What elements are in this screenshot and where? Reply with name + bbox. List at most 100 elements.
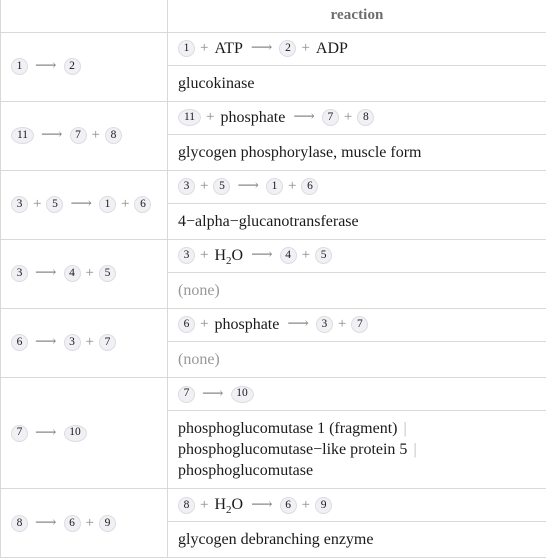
enzyme-name[interactable]: glucokinase bbox=[178, 75, 254, 92]
compound-badge[interactable]: 6 bbox=[64, 515, 81, 532]
compound-badge[interactable]: 1 bbox=[11, 58, 28, 75]
equation-row: 8+H2O⟶6+9 bbox=[168, 489, 546, 521]
compound-badge[interactable]: 8 bbox=[105, 127, 122, 144]
equation-expression: 3+5⟶1+6 bbox=[178, 178, 318, 195]
compound-badge[interactable]: 11 bbox=[178, 109, 201, 126]
compound-badge[interactable]: 3 bbox=[178, 178, 195, 195]
header-row: reaction bbox=[1, 0, 546, 32]
table-row: 1⟶21+ATP⟶2+ADPglucokinase bbox=[1, 32, 546, 101]
compound-badge[interactable]: 7 bbox=[322, 109, 339, 126]
equation-expression: 6+phosphate⟶3+7 bbox=[178, 316, 368, 333]
enzyme-name[interactable]: phosphoglucomutase 1 (fragment) bbox=[178, 420, 398, 437]
summary-cell: 11⟶7+8 bbox=[1, 101, 168, 170]
compound-badge[interactable]: 6 bbox=[301, 178, 318, 195]
plus-operator: + bbox=[28, 197, 46, 212]
plus-operator: + bbox=[81, 335, 99, 350]
compound-badge[interactable]: 1 bbox=[178, 40, 195, 57]
enzyme-name[interactable]: glycogen phosphorylase, muscle form bbox=[178, 144, 422, 161]
equation-expression: 7⟶10 bbox=[178, 386, 254, 403]
compound-badge[interactable]: 4 bbox=[64, 265, 81, 282]
table-row: 3+5⟶1+63+5⟶1+64−alpha−glucanotransferase bbox=[1, 170, 546, 239]
compound-badge[interactable]: 6 bbox=[134, 196, 151, 213]
summary-expression: 8⟶6+9 bbox=[11, 515, 167, 532]
molecule-label: H2O bbox=[213, 248, 244, 264]
compound-badge[interactable]: 7 bbox=[70, 127, 87, 144]
compound-badge[interactable]: 7 bbox=[351, 316, 368, 333]
compound-badge[interactable]: 7 bbox=[178, 386, 195, 403]
molecule-label: ATP bbox=[213, 41, 243, 57]
enzyme-name[interactable]: glycogen debranching enzyme bbox=[178, 531, 373, 548]
compound-badge[interactable]: 11 bbox=[11, 127, 34, 144]
enzyme-row: (none) bbox=[168, 341, 546, 377]
compound-badge[interactable]: 2 bbox=[64, 58, 81, 75]
equation-row: 6+phosphate⟶3+7 bbox=[168, 309, 546, 341]
plus-operator: + bbox=[333, 317, 351, 332]
compound-badge[interactable]: 3 bbox=[11, 265, 28, 282]
arrow-icon: ⟶ bbox=[28, 266, 64, 281]
arrow-icon: ⟶ bbox=[244, 41, 280, 56]
plus-operator: + bbox=[87, 128, 105, 143]
compound-badge[interactable]: 6 bbox=[11, 334, 28, 351]
compound-badge[interactable]: 9 bbox=[315, 497, 332, 514]
enzyme-row: glucokinase bbox=[168, 65, 546, 101]
summary-expression: 1⟶2 bbox=[11, 58, 167, 75]
arrow-icon: ⟶ bbox=[28, 516, 64, 531]
plus-operator: + bbox=[195, 498, 213, 513]
arrow-icon: ⟶ bbox=[230, 179, 266, 194]
compound-badge[interactable]: 8 bbox=[357, 109, 374, 126]
enzyme-name[interactable]: phosphoglucomutase−like protein 5 bbox=[178, 441, 407, 458]
plus-operator: + bbox=[81, 516, 99, 531]
compound-badge[interactable]: 6 bbox=[280, 497, 297, 514]
equation-row: 3+H2O⟶4+5 bbox=[168, 240, 546, 272]
enzyme-name[interactable]: 4−alpha−glucanotransferase bbox=[178, 213, 359, 230]
summary-expression: 7⟶10 bbox=[11, 425, 167, 442]
enzyme-name[interactable]: phosphoglucomutase bbox=[178, 462, 313, 479]
compound-badge[interactable]: 8 bbox=[178, 497, 195, 514]
reaction-cell: 1+ATP⟶2+ADPglucokinase bbox=[168, 32, 546, 101]
compound-badge[interactable]: 3 bbox=[178, 247, 195, 264]
molecule-label: ADP bbox=[315, 41, 349, 57]
compound-badge[interactable]: 5 bbox=[99, 265, 116, 282]
compound-badge[interactable]: 2 bbox=[279, 40, 296, 57]
compound-badge[interactable]: 10 bbox=[231, 386, 254, 403]
arrow-icon: ⟶ bbox=[28, 426, 64, 441]
compound-badge[interactable]: 7 bbox=[11, 425, 28, 442]
compound-badge[interactable]: 3 bbox=[64, 334, 81, 351]
plus-operator: + bbox=[339, 110, 357, 125]
arrow-icon: ⟶ bbox=[286, 110, 322, 125]
equation-row: 3+5⟶1+6 bbox=[168, 171, 546, 203]
compound-badge[interactable]: 3 bbox=[11, 196, 28, 213]
equation-expression: 1+ATP⟶2+ADP bbox=[178, 40, 349, 57]
arrow-icon: ⟶ bbox=[244, 498, 280, 513]
plus-operator: + bbox=[116, 197, 134, 212]
equation-row: 1+ATP⟶2+ADP bbox=[168, 33, 546, 65]
table-row: 7⟶107⟶10phosphoglucomutase 1 (fragment)|… bbox=[1, 378, 546, 489]
compound-badge[interactable]: 1 bbox=[99, 196, 116, 213]
compound-badge[interactable]: 9 bbox=[99, 515, 116, 532]
reaction-cell: 6+phosphate⟶3+7(none) bbox=[168, 308, 546, 377]
compound-badge[interactable]: 1 bbox=[266, 178, 283, 195]
enzyme-row: glycogen phosphorylase, muscle form bbox=[168, 134, 546, 170]
enzyme-row: glycogen debranching enzyme bbox=[168, 521, 546, 557]
summary-cell: 3⟶4+5 bbox=[1, 239, 168, 308]
compound-badge[interactable]: 8 bbox=[11, 515, 28, 532]
plus-operator: + bbox=[296, 41, 314, 56]
reaction-cell: 3+H2O⟶4+5(none) bbox=[168, 239, 546, 308]
compound-badge[interactable]: 6 bbox=[178, 316, 195, 333]
compound-badge[interactable]: 7 bbox=[99, 334, 116, 351]
reaction-cell: 3+5⟶1+6 4−alpha−glucanotransferase bbox=[168, 170, 546, 239]
compound-badge[interactable]: 3 bbox=[316, 316, 333, 333]
compound-badge[interactable]: 5 bbox=[315, 247, 332, 264]
table-row: 8⟶6+98+H2O⟶6+9glycogen debranching enzym… bbox=[1, 489, 546, 558]
plus-operator: + bbox=[195, 41, 213, 56]
summary-cell: 6⟶3+7 bbox=[1, 308, 168, 377]
equation-row: 11+phosphate⟶7+8 bbox=[168, 102, 546, 134]
compound-badge[interactable]: 5 bbox=[213, 178, 230, 195]
compound-badge[interactable]: 5 bbox=[46, 196, 63, 213]
compound-badge[interactable]: 4 bbox=[280, 247, 297, 264]
enzyme-row: phosphoglucomutase 1 (fragment)|phosphog… bbox=[168, 410, 546, 488]
compound-badge[interactable]: 10 bbox=[64, 425, 87, 442]
header-cell-reaction: reaction bbox=[168, 0, 546, 32]
molecule-label: phosphate bbox=[219, 110, 286, 126]
enzyme-row: 4−alpha−glucanotransferase bbox=[168, 203, 546, 239]
